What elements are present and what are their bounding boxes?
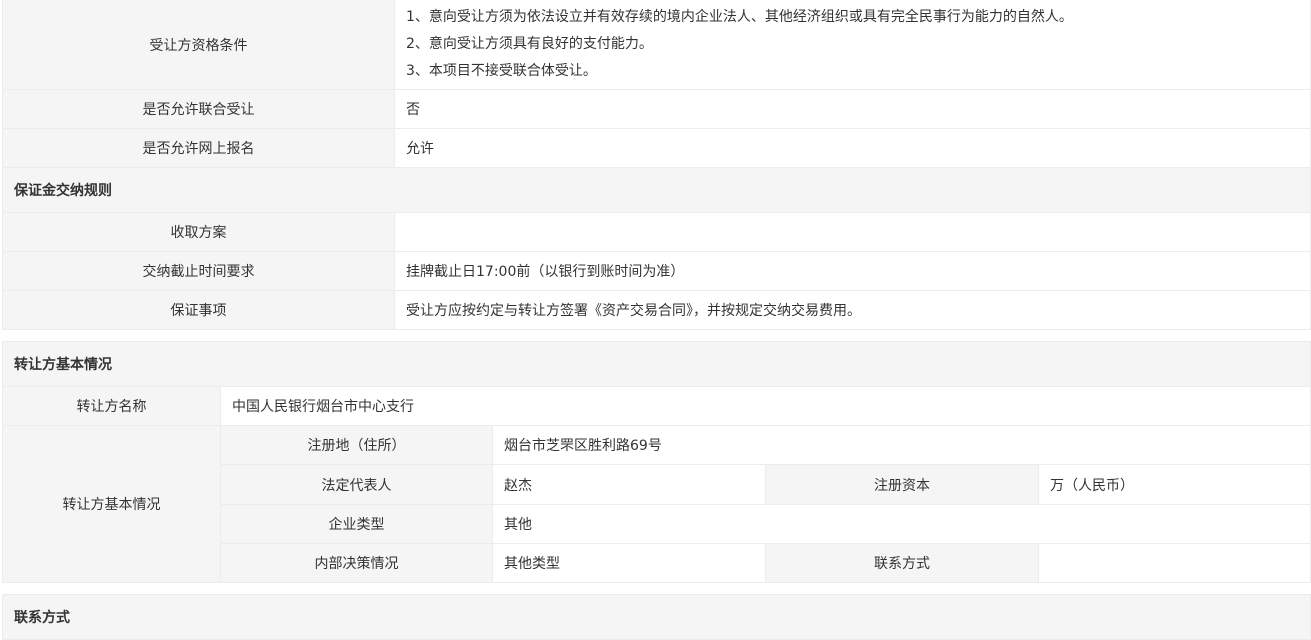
contact-value xyxy=(1037,543,1311,583)
table-row: 转让方名称 中国人民银行烟台市中心支行 xyxy=(2,386,1311,426)
registered-address-label: 注册地（住所） xyxy=(220,425,493,465)
qualification-line-3: 3、本项目不接受联合体受让。 xyxy=(406,63,597,79)
qualification-line-2: 2、意向受让方须具有良好的支付能力。 xyxy=(406,36,653,52)
page: 受让方资格条件 1、意向受让方须为依法设立并有效存续的境内企业法人、其他经济组织… xyxy=(0,0,1311,640)
table-row: 受让方资格条件 1、意向受让方须为依法设立并有效存续的境内企业法人、其他经济组织… xyxy=(2,0,1311,90)
legal-representative-label: 法定代表人 xyxy=(220,464,493,505)
deposit-deadline-label: 交纳截止时间要求 xyxy=(2,251,395,291)
qualification-line-1: 1、意向受让方须为依法设立并有效存续的境内企业法人、其他经济组织或具有完全民事行… xyxy=(406,9,1073,25)
transferor-section-title: 转让方基本情况 xyxy=(1,341,1311,387)
registered-address-value: 烟台市芝罘区胜利路69号 xyxy=(491,425,1311,465)
transferor-basic-label: 转让方基本情况 xyxy=(2,425,221,583)
table-row: 转让方基本情况 注册地（住所） 烟台市芝罘区胜利路69号 xyxy=(2,425,1311,583)
qualification-label: 受让方资格条件 xyxy=(2,0,395,90)
online-registration-value: 允许 xyxy=(394,128,1311,168)
table-row: 保证金交纳规则 xyxy=(2,167,1311,213)
transferor-name-value: 中国人民银行烟台市中心支行 xyxy=(219,386,1311,426)
internal-decision-label: 内部决策情况 xyxy=(220,543,493,583)
qualification-conditions: 1、意向受让方须为依法设立并有效存续的境内企业法人、其他经济组织或具有完全民事行… xyxy=(394,0,1311,90)
deposit-section-title: 保证金交纳规则 xyxy=(2,167,1311,213)
table-row: 交纳截止时间要求 挂牌截止日17:00前（以银行到账时间为准） xyxy=(2,251,1311,291)
online-registration-label: 是否允许网上报名 xyxy=(2,128,395,168)
joint-transfer-value: 否 xyxy=(394,89,1311,129)
joint-transfer-label: 是否允许联合受让 xyxy=(2,89,395,129)
table-row: 保证事项 受让方应按约定与转让方签署《资产交易合同》，并按规定交纳交易费用。 xyxy=(2,290,1311,330)
guarantee-value: 受让方应按约定与转让方签署《资产交易合同》，并按规定交纳交易费用。 xyxy=(394,290,1311,330)
deposit-scheme-label: 收取方案 xyxy=(2,212,395,252)
registered-capital-label: 注册资本 xyxy=(765,464,1039,505)
contact-label: 联系方式 xyxy=(765,543,1039,583)
legal-representative-value: 赵杰 xyxy=(492,464,766,505)
enterprise-type-value: 其他 xyxy=(491,504,1311,544)
transferor-name-label: 转让方名称 xyxy=(2,386,221,426)
table-row: 是否允许网上报名 允许 xyxy=(2,128,1311,168)
table-row: 是否允许联合受让 否 xyxy=(2,89,1311,129)
table-row: 转让方基本情况 xyxy=(1,341,1311,387)
internal-decision-value: 其他类型 xyxy=(492,543,766,583)
enterprise-type-label: 企业类型 xyxy=(220,504,493,544)
contact-section-title: 联系方式 xyxy=(2,594,1311,640)
qualification-deposit-table: 受让方资格条件 1、意向受让方须为依法设立并有效存续的境内企业法人、其他经济组织… xyxy=(2,0,1311,330)
transferor-table: 转让方基本情况 转让方名称 中国人民银行烟台市中心支行 转让方基本情况 注册地（… xyxy=(1,341,1311,583)
deposit-scheme-value xyxy=(394,212,1311,252)
contact-table: 联系方式 xyxy=(2,594,1311,640)
guarantee-label: 保证事项 xyxy=(2,290,395,330)
table-row: 收取方案 xyxy=(2,212,1311,252)
deposit-deadline-value: 挂牌截止日17:00前（以银行到账时间为准） xyxy=(394,251,1311,291)
registered-capital-value: 万（人民币） xyxy=(1037,464,1311,505)
table-row: 联系方式 xyxy=(2,594,1311,640)
